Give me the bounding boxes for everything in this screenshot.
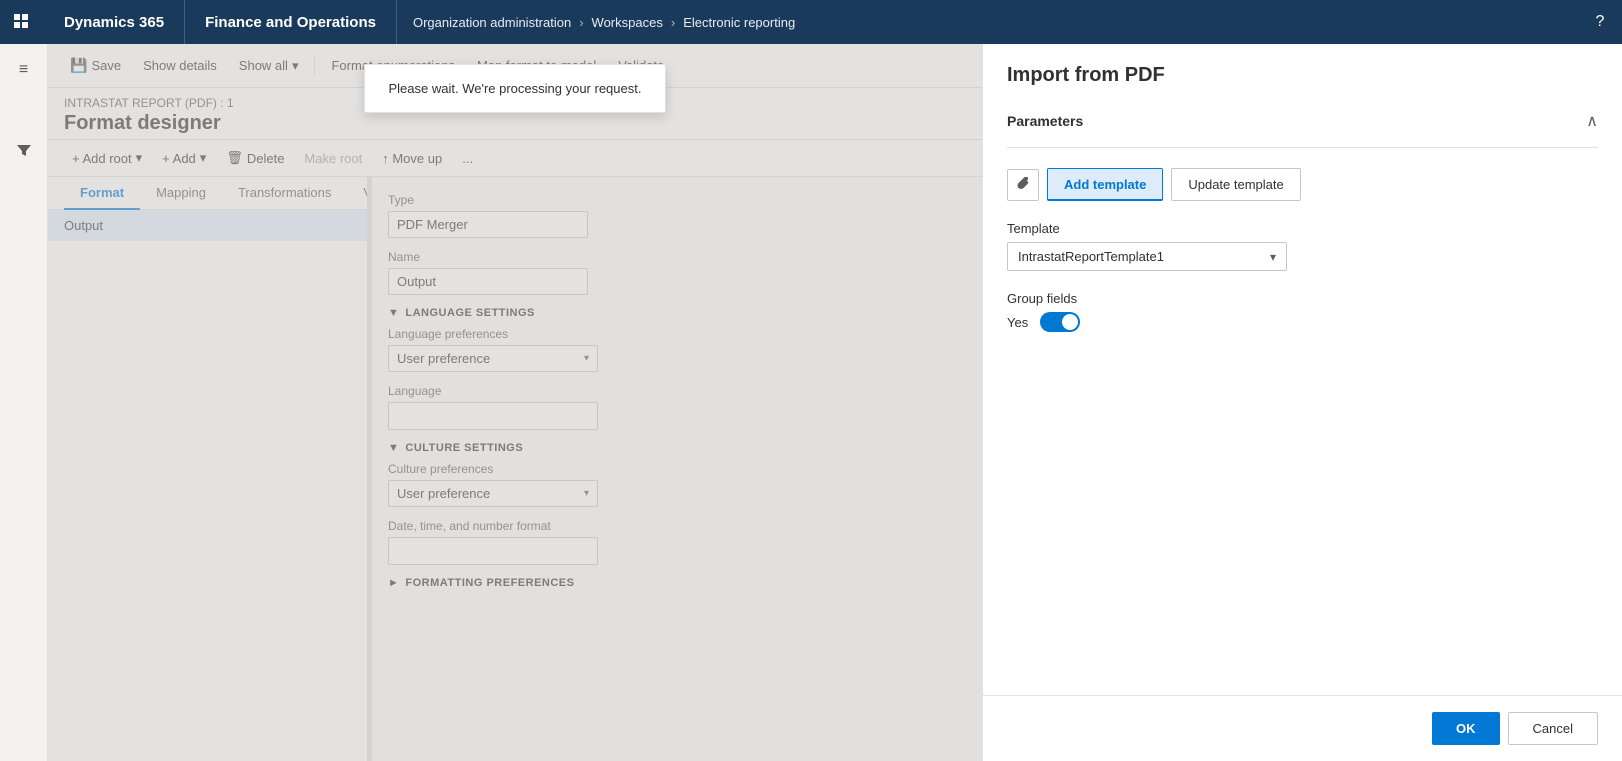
right-panel-header: Import from PDF bbox=[983, 44, 1622, 103]
ok-button[interactable]: OK bbox=[1432, 712, 1500, 745]
toggle-yes-label: Yes bbox=[1007, 315, 1028, 330]
toggle-group: Yes bbox=[1007, 312, 1598, 332]
filter-icon[interactable] bbox=[6, 132, 42, 168]
dynamics-label: Dynamics 365 bbox=[44, 0, 185, 44]
template-select[interactable]: IntrastatReportTemplate1 ▾ bbox=[1007, 242, 1287, 271]
add-template-button[interactable]: Add template bbox=[1047, 168, 1163, 201]
breadcrumb-org[interactable]: Organization administration bbox=[413, 15, 571, 30]
chevron-icon-2: › bbox=[671, 15, 675, 30]
group-fields-toggle[interactable] bbox=[1040, 312, 1080, 332]
update-template-button[interactable]: Update template bbox=[1171, 168, 1300, 201]
sidebar: ≡ bbox=[0, 44, 48, 761]
group-fields-field: Group fields Yes bbox=[1007, 291, 1598, 332]
params-title: Parameters bbox=[1007, 113, 1083, 129]
right-panel-footer: OK Cancel bbox=[983, 695, 1622, 761]
attach-button[interactable] bbox=[1007, 169, 1039, 201]
processing-overlay: Please wait. We're processing your reque… bbox=[48, 44, 982, 761]
template-label: Template bbox=[1007, 221, 1598, 236]
chevron-icon-1: › bbox=[579, 15, 583, 30]
apps-button[interactable] bbox=[0, 0, 44, 44]
breadcrumb-er[interactable]: Electronic reporting bbox=[683, 15, 795, 30]
params-header: Parameters ∧ bbox=[1007, 103, 1598, 148]
help-button[interactable]: ? bbox=[1578, 0, 1622, 44]
breadcrumb-workspaces[interactable]: Workspaces bbox=[592, 15, 663, 30]
right-panel: Import from PDF Parameters ∧ Add templat… bbox=[982, 44, 1622, 761]
content-area: 💾 Save Show details Show all ▾ Format en… bbox=[48, 44, 982, 761]
group-fields-label: Group fields bbox=[1007, 291, 1598, 306]
main-layout: ≡ 💾 Save Show details Show all ▾ Format … bbox=[0, 44, 1622, 761]
breadcrumb-nav: Organization administration › Workspaces… bbox=[397, 15, 811, 30]
params-section: Parameters ∧ Add template Update templat… bbox=[983, 103, 1622, 695]
cancel-button[interactable]: Cancel bbox=[1508, 712, 1598, 745]
right-panel-title: Import from PDF bbox=[1007, 64, 1165, 87]
template-field: Template IntrastatReportTemplate1 ▾ bbox=[1007, 221, 1598, 271]
chevron-down-template: ▾ bbox=[1270, 250, 1276, 264]
template-tabs: Add template Update template bbox=[1007, 168, 1598, 201]
top-nav: Dynamics 365 Finance and Operations Orga… bbox=[0, 0, 1622, 44]
collapse-button[interactable]: ∧ bbox=[1586, 111, 1598, 131]
finance-label: Finance and Operations bbox=[185, 0, 397, 44]
menu-icon[interactable]: ≡ bbox=[6, 52, 42, 88]
processing-toast: Please wait. We're processing your reque… bbox=[364, 64, 667, 113]
